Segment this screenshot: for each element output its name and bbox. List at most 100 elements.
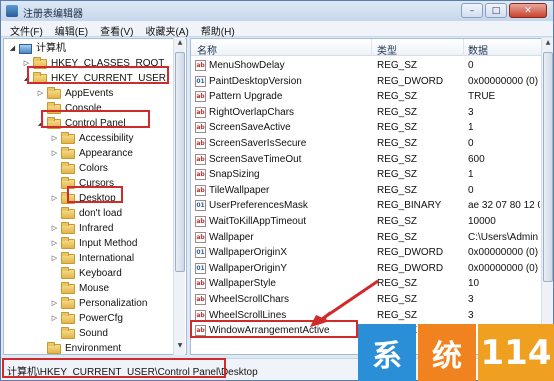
tree-item[interactable]: Keyboard	[50, 266, 122, 281]
value-name: TileWallpaper	[209, 184, 270, 196]
registry-value-row[interactable]: 01 WallpaperOriginY REG_DWORD 0x00000000 (0…	[191, 261, 552, 276]
tree-item[interactable]: Mouse	[50, 281, 109, 296]
value-data: 0	[468, 184, 474, 196]
expand-toggle-icon[interactable]: ▷	[36, 86, 45, 101]
tree-item-label: Control Panel	[65, 118, 126, 129]
registry-value-row[interactable]: ab MenuShowDelay REG_SZ 0	[191, 58, 552, 73]
registry-value-row[interactable]: ab WheelScrollLines REG_SZ 3	[191, 308, 552, 323]
tree-item[interactable]: ▷ International	[50, 251, 134, 266]
registry-value-list[interactable]: 名称 类型 数据 ab MenuShowDelay REG_SZ 0 01 PaintDe…	[190, 38, 553, 355]
value-data: TRUE	[468, 91, 496, 103]
tree-item[interactable]: ▷ Appearance	[50, 146, 133, 161]
column-name[interactable]: 名称	[197, 42, 217, 57]
expand-toggle-icon[interactable]: ▷	[50, 296, 59, 311]
tree-item-label: Personalization	[79, 298, 148, 309]
value-name: SnapSizing	[209, 169, 260, 181]
registry-value-row[interactable]: ab Wallpaper REG_SZ C:\Users\Admin	[191, 230, 552, 245]
window-title: 注册表编辑器	[23, 9, 83, 20]
column-data[interactable]: 数据	[468, 42, 488, 57]
registry-value-row[interactable]: ab RightOverlapChars REG_SZ 3	[191, 105, 552, 120]
tree-scroll-thumb[interactable]	[175, 52, 185, 272]
folder-icon	[61, 146, 75, 159]
expand-toggle-icon[interactable]: ◢	[36, 116, 45, 131]
title-bar[interactable]: 注册表编辑器 – □ ✕	[1, 1, 553, 21]
tree-item-label: HKEY_CLASSES_ROOT	[51, 58, 165, 69]
tree-item[interactable]: ◢ HKEY_CURRENT_USER	[22, 71, 166, 86]
tree-item[interactable]: ▷ PowerCfg	[50, 311, 123, 326]
tree-item[interactable]: ▷ Accessibility	[50, 131, 133, 146]
list-scrollbar[interactable]: ▲ ▼	[541, 38, 553, 355]
string-value-icon: ab	[195, 169, 206, 181]
tree-item[interactable]: Environment	[36, 341, 121, 354]
registry-value-row[interactable]: ab TileWallpaper REG_SZ 0	[191, 183, 552, 198]
tree-item[interactable]: Cursors	[50, 176, 114, 191]
expand-toggle-icon[interactable]: ▷	[50, 251, 59, 266]
menu-favorites[interactable]: 收藏夹(A)	[139, 21, 194, 38]
tree-scrollbar[interactable]: ▲ ▼	[173, 38, 185, 355]
registry-value-row[interactable]: ab ScreenSaveTimeOut REG_SZ 600	[191, 152, 552, 167]
expand-toggle-icon[interactable]: ▷	[50, 146, 59, 161]
menu-file[interactable]: 文件(F)	[4, 21, 49, 38]
tree-item[interactable]: Console	[36, 101, 102, 116]
registry-value-row[interactable]: ab ScreenSaveActive REG_SZ 1	[191, 120, 552, 135]
registry-value-row[interactable]: ab SnapSizing REG_SZ 1	[191, 167, 552, 182]
expand-toggle-icon[interactable]: ▷	[50, 191, 59, 206]
value-type: REG_DWORD	[377, 247, 444, 259]
minimize-button[interactable]: –	[461, 3, 483, 18]
tree-item[interactable]: ◢ 计算机	[8, 41, 66, 56]
scroll-down-arrow-icon[interactable]: ▼	[175, 342, 185, 353]
expand-toggle-icon[interactable]: ▷	[50, 131, 59, 146]
tree-item[interactable]: don't load	[50, 206, 122, 221]
expand-toggle-icon[interactable]: ▷	[50, 221, 59, 236]
regedit-app-icon	[6, 5, 18, 17]
folder-icon	[61, 191, 75, 204]
menu-edit[interactable]: 编辑(E)	[49, 21, 94, 38]
maximize-button[interactable]: □	[485, 3, 507, 18]
tree-item-label: Appearance	[79, 148, 133, 159]
tree-item[interactable]: ▷ AppEvents	[36, 86, 113, 101]
value-type: REG_SZ	[377, 231, 418, 243]
menu-view[interactable]: 查看(V)	[94, 21, 139, 38]
value-name: WheelScrollChars	[209, 294, 290, 305]
column-separator[interactable]	[463, 39, 464, 56]
registry-value-row[interactable]: ab WaitToKillAppTimeout REG_SZ 10000	[191, 214, 552, 229]
expand-toggle-icon[interactable]: ◢	[8, 41, 17, 56]
registry-value-row[interactable]: ab WheelScrollChars REG_SZ 3	[191, 292, 552, 307]
tree-item[interactable]: ▷ Infrared	[50, 221, 113, 236]
tree-item[interactable]: Colors	[50, 161, 108, 176]
folder-icon	[61, 296, 75, 309]
close-button[interactable]: ✕	[509, 3, 547, 18]
list-scroll-thumb[interactable]	[543, 52, 553, 282]
column-separator[interactable]	[371, 39, 372, 56]
tree-item[interactable]: ▷ Desktop	[50, 191, 116, 206]
menu-help[interactable]: 帮助(H)	[195, 21, 241, 38]
string-value-icon: ab	[195, 122, 206, 134]
tree-item-label: Console	[65, 103, 102, 114]
column-type[interactable]: 类型	[377, 42, 397, 57]
expand-toggle-icon[interactable]: ▷	[50, 236, 59, 251]
registry-value-row[interactable]: 01 UserPreferencesMask REG_BINARY ae 32 07 …	[191, 198, 552, 213]
registry-value-row[interactable]: ab WallpaperStyle REG_SZ 10	[191, 276, 552, 291]
expand-toggle-icon[interactable]: ▷	[22, 56, 31, 71]
scroll-up-arrow-icon[interactable]: ▲	[175, 39, 185, 50]
tree-item[interactable]: ▷ Personalization	[50, 296, 147, 311]
expand-toggle-icon[interactable]: ▷	[50, 311, 59, 326]
tree-item[interactable]: ◢ Control Panel	[36, 116, 126, 131]
registry-value-row[interactable]: 01 WallpaperOriginX REG_DWORD 0x00000000 (0…	[191, 245, 552, 260]
folder-icon	[33, 56, 47, 69]
registry-value-row[interactable]: ab ScreenSaverIsSecure REG_SZ 0	[191, 136, 552, 151]
value-data: 3	[468, 309, 474, 321]
registry-key-tree[interactable]: ◢ 计算机 ▷ HKEY_CLASSES_ROOT ◢ HKEY_CURRENT_USER…	[3, 38, 187, 355]
expand-toggle-icon[interactable]: ◢	[22, 71, 31, 86]
value-type: REG_SZ	[377, 106, 418, 118]
value-data: 0x00000000 (0)	[468, 247, 539, 259]
registry-value-row[interactable]: ab Pattern Upgrade REG_SZ TRUE	[191, 89, 552, 104]
tree-item[interactable]: Sound	[50, 326, 108, 341]
tree-item[interactable]: ▷ Input Method	[50, 236, 137, 251]
registry-value-row[interactable]: 01 PaintDesktopVersion REG_DWORD 0x00000000…	[191, 74, 552, 89]
binary-value-icon: 01	[195, 75, 206, 87]
tree-item[interactable]: ▷ HKEY_CLASSES_ROOT	[22, 56, 164, 71]
value-name: Wallpaper	[209, 231, 254, 243]
tree-item-label: Colors	[79, 163, 108, 174]
scroll-up-arrow-icon[interactable]: ▲	[543, 39, 553, 50]
